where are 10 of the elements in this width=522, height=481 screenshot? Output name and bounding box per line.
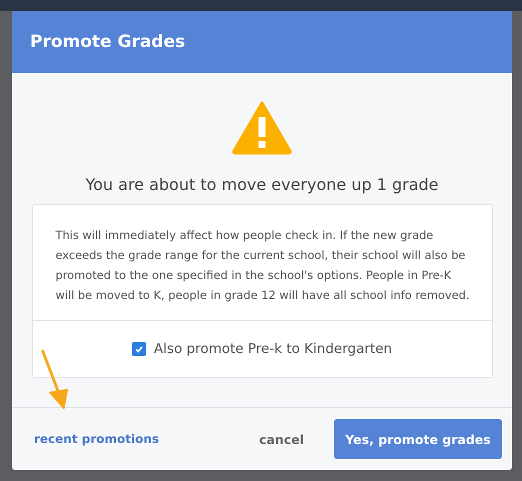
dialog-title: Promote Grades xyxy=(30,32,186,52)
dialog-heading: You are about to move everyone up 1 grade xyxy=(85,175,439,194)
confirm-button[interactable]: Yes, promote grades xyxy=(334,419,502,459)
info-message: This will immediately affect how people check in. If the new grade exceeds the grade range for the current school, their school will also be promoted to the one specified in the school's options. People in Pre-K will be moved to K, people in grade 12 will have all school info removed. xyxy=(32,205,492,321)
checkbox[interactable] xyxy=(132,342,146,356)
recent-promotions-link[interactable]: recent promotions xyxy=(34,432,160,446)
checkbox-label[interactable]: Also promote Pre-k to Kindergarten xyxy=(154,341,392,357)
checkmark-icon xyxy=(134,344,144,354)
warning-icon xyxy=(232,101,292,155)
cancel-button[interactable]: cancel xyxy=(255,424,308,454)
